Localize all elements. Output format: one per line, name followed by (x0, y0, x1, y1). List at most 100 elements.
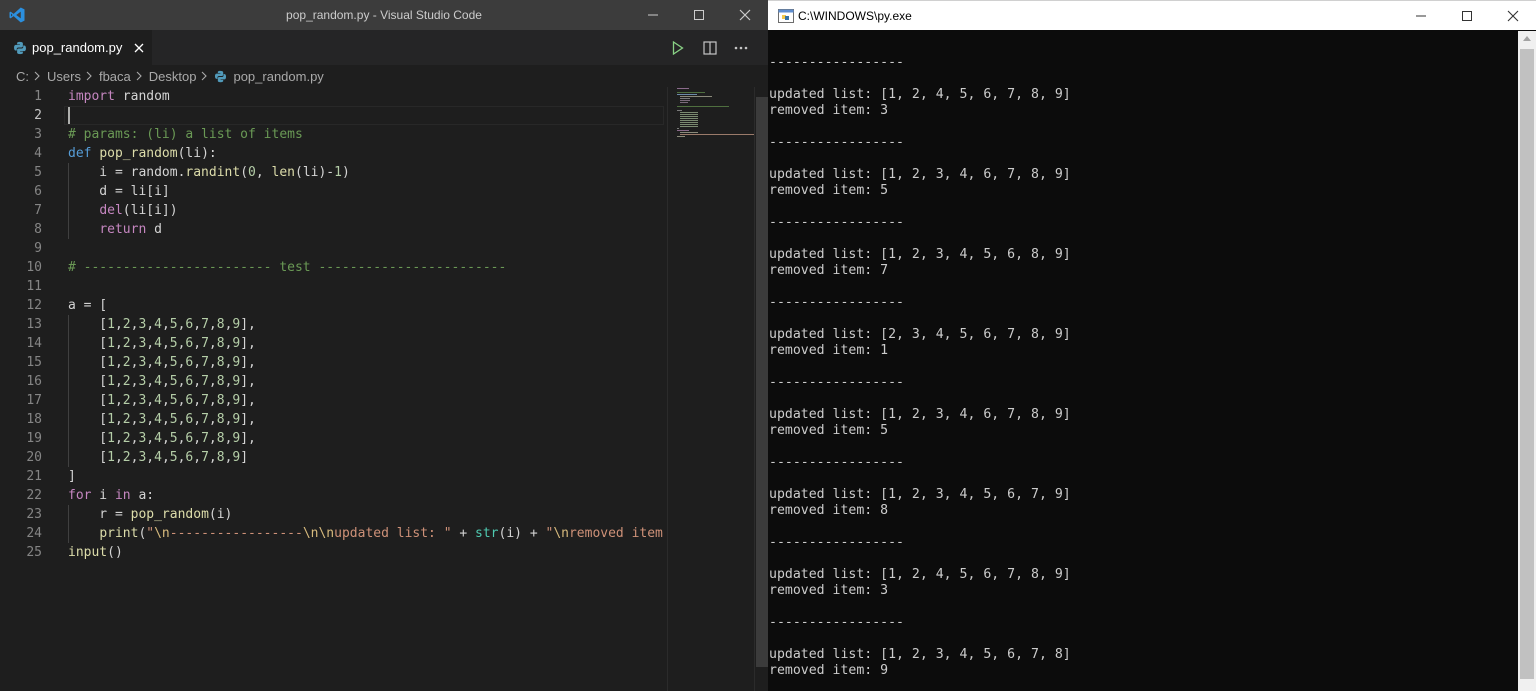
console-close-button[interactable] (1490, 1, 1536, 31)
code-line[interactable]: 23 r = pop_random(i) (0, 505, 664, 524)
breadcrumb-item[interactable]: pop_random.py (233, 69, 323, 84)
code-line[interactable]: 6 d = li[i] (0, 182, 664, 201)
code-line[interactable]: 20 [1,2,3,4,5,6,7,8,9] (0, 448, 664, 467)
code-line[interactable]: 5 i = random.randint(0, len(li)-1) (0, 163, 664, 182)
vscode-title-bar[interactable]: pop_random.py - Visual Studio Code (0, 0, 768, 30)
line-number: 7 (34, 203, 42, 218)
tab-close-button[interactable] (131, 40, 147, 56)
code-text: [1,2,3,4,5,6,7,8,9] (68, 450, 249, 465)
console-line: ----------------- (769, 135, 904, 150)
breadcrumb-item[interactable]: Users (47, 69, 81, 84)
code-line[interactable]: 19 [1,2,3,4,5,6,7,8,9], (0, 429, 664, 448)
line-number: 15 (26, 355, 42, 370)
code-text: for i in a: (68, 488, 155, 503)
code-line[interactable]: 21] (0, 467, 664, 486)
split-editor-button[interactable] (700, 38, 720, 58)
code-text: ] (68, 469, 76, 484)
code-line[interactable]: 17 [1,2,3,4,5,6,7,8,9], (0, 391, 664, 410)
console-line: updated list: [1, 2, 3, 4, 5, 6, 7, 8] (769, 647, 1071, 662)
scroll-up-arrow-icon[interactable] (1523, 36, 1531, 41)
minimap[interactable] (667, 87, 754, 691)
line-number: 5 (34, 165, 42, 180)
line-number: 9 (34, 241, 42, 256)
line-number: 17 (26, 393, 42, 408)
code-text: i = random.randint(0, len(li)-1) (68, 165, 350, 180)
line-number: 6 (34, 184, 42, 199)
line-number: 22 (26, 488, 42, 503)
code-line[interactable]: 13 [1,2,3,4,5,6,7,8,9], (0, 315, 664, 334)
breadcrumb-item[interactable]: fbaca (99, 69, 131, 84)
code-text: [1,2,3,4,5,6,7,8,9], (68, 317, 256, 332)
code-line[interactable]: 24 print("\n-----------------\n\nupdated… (0, 524, 664, 543)
console-line: updated list: [1, 2, 3, 4, 6, 7, 8, 9] (769, 167, 1071, 182)
console-line: ----------------- (769, 375, 904, 390)
line-number: 16 (26, 374, 42, 389)
console-line: ----------------- (769, 55, 904, 70)
code-line[interactable]: 14 [1,2,3,4,5,6,7,8,9], (0, 334, 664, 353)
console-scrollbar-thumb[interactable] (1520, 49, 1534, 679)
console-minimize-button[interactable] (1398, 1, 1444, 31)
console-line: updated list: [1, 2, 3, 4, 6, 7, 8, 9] (769, 407, 1071, 422)
breadcrumb-item[interactable]: Desktop (149, 69, 197, 84)
close-icon (134, 43, 144, 52)
line-number: 3 (34, 127, 42, 142)
line-number: 10 (26, 260, 42, 275)
code-line[interactable]: 9 (0, 239, 664, 258)
code-text: import random (68, 89, 170, 104)
close-icon (739, 9, 751, 21)
code-text: input() (68, 545, 123, 560)
console-scrollbar[interactable] (1518, 31, 1536, 691)
code-line[interactable]: 10 # ------------------------ test ------… (0, 258, 664, 277)
console-line: ----------------- (769, 535, 904, 550)
editor-scrollbar[interactable] (754, 87, 768, 691)
console-line: ----------------- (769, 455, 904, 470)
console-output[interactable]: ----------------- updated list: [1, 2, 4,… (768, 31, 1518, 691)
code-line[interactable]: 3 # params: (li) a list of items (0, 125, 664, 144)
run-file-button[interactable] (668, 38, 688, 58)
code-line[interactable]: 7 del(li[i]) (0, 201, 664, 220)
code-text: return d (99, 222, 162, 237)
console-line: removed item: 9 (769, 663, 889, 678)
console-line: removed item: 1 (769, 343, 889, 358)
vscode-minimize-button[interactable] (630, 0, 676, 30)
code-text: del(li[i]) (99, 203, 178, 218)
vscode-close-button[interactable] (722, 0, 768, 30)
code-line[interactable]: 16 [1,2,3,4,5,6,7,8,9], (0, 372, 664, 391)
code-line[interactable]: 2 (0, 106, 664, 125)
code-text: [1,2,3,4,5,6,7,8,9], (68, 412, 256, 427)
code-text: print("\n-----------------\n\nupdated li… (99, 526, 664, 541)
line-number: 23 (26, 507, 42, 522)
code-line[interactable]: 18 [1,2,3,4,5,6,7,8,9], (0, 410, 664, 429)
breadcrumb-item[interactable]: C: (16, 69, 29, 84)
code-line[interactable]: 12 a = [ (0, 296, 664, 315)
code-editor[interactable]: 1 import random 2 3 # params: (li) a list of… (0, 87, 664, 691)
code-text: d = li[i] (68, 184, 170, 199)
console-line: updated list: [1, 2, 3, 4, 5, 6, 8, 9] (769, 247, 1071, 262)
console-maximize-button[interactable] (1444, 1, 1490, 31)
line-number: 2 (34, 108, 42, 123)
line-number: 8 (34, 222, 42, 237)
console-title-bar[interactable]: C:\WINDOWS\py.exe (768, 0, 1536, 30)
code-text: [1,2,3,4,5,6,7,8,9], (68, 355, 256, 370)
more-actions-button[interactable] (731, 38, 751, 58)
chevron-right-icon (201, 71, 209, 81)
breadcrumb: C: Users fbaca Desktop pop_random.py (16, 66, 324, 86)
code-line[interactable]: 25 input() (0, 543, 664, 562)
console-line: ----------------- (769, 615, 904, 630)
line-number: 25 (26, 545, 42, 560)
code-text: # ------------------------ test --------… (68, 260, 507, 275)
tab-pop-random[interactable]: pop_random.py (0, 30, 152, 65)
code-line[interactable]: 15 [1,2,3,4,5,6,7,8,9], (0, 353, 664, 372)
editor-scrollbar-thumb[interactable] (756, 97, 768, 667)
code-line[interactable]: 8 return d (0, 220, 664, 239)
code-line[interactable]: 4 def pop_random(li): (0, 144, 664, 163)
minimize-icon (648, 14, 658, 16)
vscode-maximize-button[interactable] (676, 0, 722, 30)
code-line[interactable]: 22 for i in a: (0, 486, 664, 505)
code-text: [1,2,3,4,5,6,7,8,9], (68, 431, 256, 446)
ellipsis-icon (734, 46, 748, 50)
code-line[interactable]: 11 (0, 277, 664, 296)
console-line: removed item: 8 (769, 503, 889, 518)
code-line[interactable]: 1 import random (0, 87, 664, 106)
tab-label: pop_random.py (32, 40, 123, 55)
